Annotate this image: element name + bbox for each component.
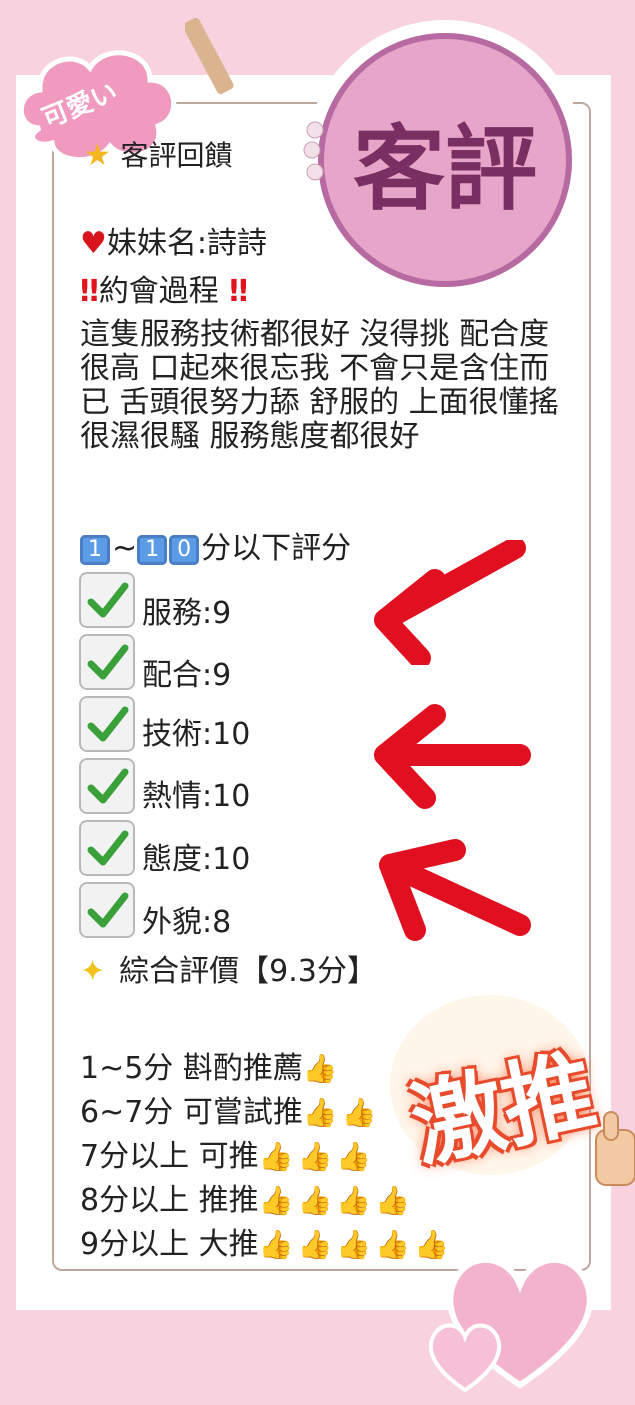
keycap-digit: 0 bbox=[169, 534, 200, 565]
score-item-skill: 技術:10 bbox=[142, 717, 251, 752]
thumbs-up-icon: 👍👍 bbox=[302, 1096, 381, 1129]
legend-row: 8分以上 推推👍👍👍👍 bbox=[80, 1185, 414, 1217]
check-icon bbox=[79, 634, 135, 690]
badge-title: 客評 bbox=[352, 116, 537, 223]
name-row: ♥妹妹名:詩詩 bbox=[80, 228, 267, 260]
red-arrow-icon bbox=[374, 704, 531, 809]
thumbs-up-hand-icon bbox=[595, 1111, 635, 1186]
keycap-digit: 1 bbox=[137, 534, 168, 565]
header-title: 客評回饋 bbox=[120, 139, 233, 172]
star-icon: ★ bbox=[84, 138, 111, 173]
check-icon bbox=[79, 758, 135, 814]
section-heading-row: ‼約會過程 ‼ bbox=[80, 276, 248, 308]
score-item-service: 服務:9 bbox=[142, 596, 232, 631]
section-heading: 約會過程 bbox=[98, 274, 219, 309]
check-icon bbox=[79, 572, 135, 628]
legend-label: 7分以上 可推 bbox=[80, 1139, 259, 1174]
legend-row: 9分以上 大推👍👍👍👍👍 bbox=[80, 1229, 453, 1261]
scale-separator: ~ bbox=[112, 531, 138, 566]
score-item-attitude: 態度:10 bbox=[142, 842, 251, 877]
header-row: ★ 客評回饋 bbox=[84, 140, 232, 172]
red-arrow-icon bbox=[374, 540, 526, 665]
legend-row: 7分以上 可推👍👍👍 bbox=[80, 1141, 375, 1173]
heart-icon: ♥ bbox=[80, 226, 107, 261]
tape-decoration bbox=[185, 17, 234, 95]
double-exclamation-icon: ‼ bbox=[218, 274, 249, 309]
check-icon bbox=[79, 696, 135, 752]
keycap-digit: 1 bbox=[80, 534, 110, 565]
legend-row: 6~7分 可嘗試推👍👍 bbox=[80, 1097, 381, 1129]
score-item-cooperation: 配合:9 bbox=[142, 658, 232, 693]
sparkles-icon: ✦ bbox=[80, 954, 106, 989]
thumbs-up-icon: 👍👍👍 bbox=[258, 1140, 376, 1173]
hearts-decoration bbox=[428, 1256, 593, 1393]
check-icon bbox=[79, 882, 135, 938]
scale-row: 1 ~1 0 分以下評分 bbox=[80, 533, 351, 565]
check-icon bbox=[79, 820, 135, 876]
legend-row: 1~5分 斟酌推薦👍 bbox=[80, 1053, 342, 1085]
overall-row: ✦ 綜合評價【9.3分】 bbox=[80, 956, 377, 988]
legend-label: 9分以上 大推 bbox=[80, 1227, 259, 1262]
red-arrow-icon bbox=[379, 839, 531, 941]
legend-label: 8分以上 推推 bbox=[80, 1183, 259, 1218]
double-exclamation-icon: ‼ bbox=[80, 274, 99, 309]
pearl-decoration bbox=[303, 121, 324, 181]
overall-score: 綜合評價【9.3分】 bbox=[119, 954, 377, 989]
score-item-passion: 熱情:10 bbox=[142, 779, 251, 814]
review-text: 這隻服務技術都很好 沒得挑 配合度很高 口起來很忘我 不會只是含住而已 舌頭很努… bbox=[80, 317, 559, 454]
profile-name: 妹妹名:詩詩 bbox=[106, 226, 268, 261]
legend-label: 1~5分 斟酌推薦 bbox=[80, 1051, 303, 1086]
score-item-appearance: 外貌:8 bbox=[142, 905, 232, 940]
legend-label: 6~7分 可嘗試推 bbox=[80, 1095, 303, 1130]
scale-label: 分以下評分 bbox=[201, 531, 352, 566]
thumbs-up-icon: 👍 bbox=[302, 1052, 342, 1085]
